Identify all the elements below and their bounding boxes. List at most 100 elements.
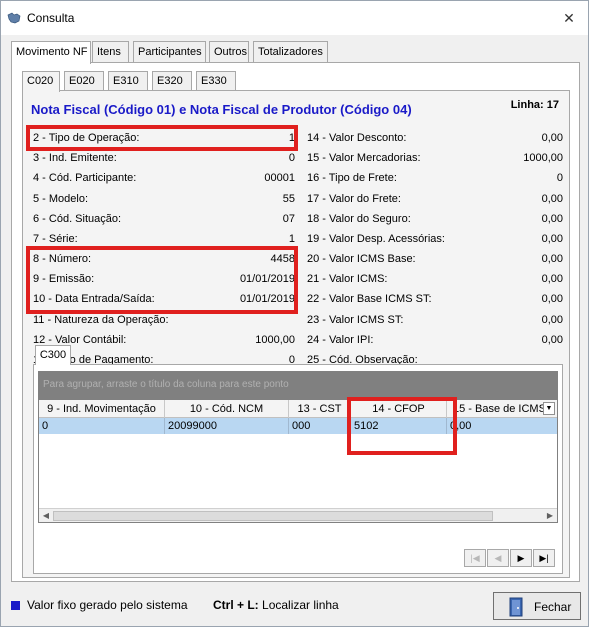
field-label: 15 - Valor Mercadorias: xyxy=(307,152,421,164)
column-header-cod-ncm[interactable]: 10 - Cód. NCM xyxy=(165,400,289,418)
scroll-left-icon[interactable]: ◀ xyxy=(39,509,53,522)
field-value: 0 xyxy=(288,152,295,164)
cell-cfop[interactable]: 5102 xyxy=(351,418,447,434)
field-valor-icms: 21 - Valor ICMS: 0,00 xyxy=(307,271,563,287)
section-title: Nota Fiscal (Código 01) e Nota Fiscal de… xyxy=(31,102,412,117)
tab-movimento-nf[interactable]: Movimento NF xyxy=(11,41,91,64)
close-button[interactable]: Fechar xyxy=(493,592,581,620)
field-value: 0,00 xyxy=(541,293,563,305)
field-label: 9 - Emissão: xyxy=(33,273,95,285)
tab-e310[interactable]: E310 xyxy=(108,71,148,91)
shortcut-hint: Ctrl + L: Localizar linha xyxy=(213,598,339,612)
field-valor-desconto: 14 - Valor Desconto: 0,00 xyxy=(307,130,563,146)
shortcut-action: Localizar linha xyxy=(262,598,339,612)
consulta-window: Consulta ✕ Movimento NF Itens Participan… xyxy=(0,0,589,627)
field-label: 20 - Valor ICMS Base: xyxy=(307,253,416,265)
tab-c300[interactable]: C300 xyxy=(35,345,71,365)
c020-panel: Nota Fiscal (Código 01) e Nota Fiscal de… xyxy=(22,90,570,578)
field-label: 10 - Data Entrada/Saída: xyxy=(33,293,155,305)
field-value: 0,00 xyxy=(541,253,563,265)
field-value: 07 xyxy=(282,213,295,225)
cell-ind-movimentacao[interactable]: 0 xyxy=(39,418,165,434)
first-record-icon[interactable]: |◀ xyxy=(464,549,486,567)
field-serie: 7 - Série: 1 xyxy=(33,231,295,247)
field-label: 18 - Valor do Seguro: xyxy=(307,213,411,225)
field-value: 0,00 xyxy=(541,132,563,144)
field-label: 17 - Valor do Frete: xyxy=(307,193,401,205)
last-record-icon[interactable]: ▶| xyxy=(533,549,555,567)
field-label: 16 - Tipo de Frete: xyxy=(307,172,397,184)
shortcut-key: Ctrl + L: xyxy=(213,598,259,612)
legend-text: Valor fixo gerado pelo sistema xyxy=(27,598,188,612)
tab-outros[interactable]: Outros xyxy=(209,41,249,63)
field-value: 0,00 xyxy=(541,233,563,245)
cell-base-icms[interactable]: 0,00 xyxy=(447,418,557,434)
field-label: 6 - Cód. Situação: xyxy=(33,213,122,225)
horizontal-scrollbar[interactable]: ◀ ▶ xyxy=(39,508,557,522)
field-value: 0,00 xyxy=(541,213,563,225)
field-value: 0,00 xyxy=(541,273,563,285)
field-valor-icms-st: 23 - Valor ICMS ST: 0,00 xyxy=(307,312,563,328)
field-value: 55 xyxy=(282,193,295,205)
legend-color-swatch xyxy=(11,601,20,610)
field-ind-emitente: 3 - Ind. Emitente: 0 xyxy=(33,150,295,166)
column-header-base-icms[interactable]: 15 - Base de ICMS xyxy=(447,400,557,418)
field-value: 1 xyxy=(288,132,295,144)
field-label: 11 - Natureza da Operação: xyxy=(33,314,169,326)
column-header-cfop[interactable]: 14 - CFOP xyxy=(351,400,447,418)
field-natureza-operacao: 11 - Natureza da Operação: xyxy=(33,312,295,328)
field-label: 22 - Valor Base ICMS ST: xyxy=(307,293,432,305)
tab-itens[interactable]: Itens xyxy=(92,41,129,63)
tab-e320[interactable]: E320 xyxy=(152,71,192,91)
field-valor-icms-base: 20 - Valor ICMS Base: 0,00 xyxy=(307,251,563,267)
field-value: 0,00 xyxy=(541,334,563,346)
tab-e020[interactable]: E020 xyxy=(64,71,104,91)
field-valor-frete: 17 - Valor do Frete: 0,00 xyxy=(307,191,563,207)
field-label: 5 - Modelo: xyxy=(33,193,89,205)
field-valor-base-icms-st: 22 - Valor Base ICMS ST: 0,00 xyxy=(307,291,563,307)
grid-header: 9 - Ind. Movimentação 10 - Cód. NCM 13 -… xyxy=(39,400,557,418)
field-label: 19 - Valor Desp. Acessórias: xyxy=(307,233,445,245)
group-by-hint[interactable]: Para agrupar, arraste o título da coluna… xyxy=(39,372,557,400)
scroll-right-icon[interactable]: ▶ xyxy=(543,509,557,522)
next-record-icon[interactable]: ▶ xyxy=(510,549,532,567)
close-icon[interactable]: ✕ xyxy=(556,7,582,29)
tab-participantes[interactable]: Participantes xyxy=(133,41,206,63)
field-value: 1000,00 xyxy=(523,152,563,164)
cell-cod-ncm[interactable]: 20099000 xyxy=(165,418,289,434)
field-valor-mercadorias: 15 - Valor Mercadorias: 1000,00 xyxy=(307,150,563,166)
table-row[interactable]: 0 20099000 000 5102 0,00 xyxy=(39,418,557,434)
field-value: 00001 xyxy=(264,172,295,184)
field-value: 0,00 xyxy=(541,314,563,326)
field-label: 14 - Valor Desconto: xyxy=(307,132,407,144)
field-tipo-frete: 16 - Tipo de Frete: 0 xyxy=(307,170,563,186)
field-valor-desp-acessorias: 19 - Valor Desp. Acessórias: 0,00 xyxy=(307,231,563,247)
close-button-label: Fechar xyxy=(534,600,572,614)
scroll-thumb[interactable] xyxy=(53,511,493,521)
field-emissao: 9 - Emissão: 01/01/2019 xyxy=(33,271,295,287)
exit-door-icon xyxy=(509,597,523,617)
tab-c020[interactable]: C020 xyxy=(22,71,60,92)
c300-grid: Para agrupar, arraste o título da coluna… xyxy=(38,371,558,523)
field-data-entrada-saida: 10 - Data Entrada/Saída: 01/01/2019 xyxy=(33,291,295,307)
record-navigator: |◀ ◀ ▶ ▶| xyxy=(464,549,556,567)
title-bar: Consulta ✕ xyxy=(1,1,588,35)
field-label: 8 - Número: xyxy=(33,253,92,265)
field-label: 24 - Valor IPI: xyxy=(307,334,374,346)
column-chooser-icon[interactable]: ▼ xyxy=(543,402,555,415)
tab-totalizadores[interactable]: Totalizadores xyxy=(253,41,328,63)
footer: Valor fixo gerado pelo sistema Ctrl + L:… xyxy=(1,586,588,626)
c300-panel: Para agrupar, arraste o título da coluna… xyxy=(33,364,563,574)
field-valor-ipi: 24 - Valor IPI: 0,00 xyxy=(307,332,563,348)
field-modelo: 5 - Modelo: 55 xyxy=(33,191,295,207)
column-header-ind-movimentacao[interactable]: 9 - Ind. Movimentação xyxy=(39,400,165,418)
field-value: 1 xyxy=(288,233,295,245)
cell-cst[interactable]: 000 xyxy=(289,418,351,434)
prev-record-icon[interactable]: ◀ xyxy=(487,549,509,567)
field-label: 2 - Tipo de Operação: xyxy=(33,132,140,144)
field-cod-participante: 4 - Cód. Participante: 00001 xyxy=(33,170,295,186)
column-header-cst[interactable]: 13 - CST xyxy=(289,400,351,418)
window-title: Consulta xyxy=(27,11,75,25)
tab-e330[interactable]: E330 xyxy=(196,71,236,91)
field-label: 7 - Série: xyxy=(33,233,78,245)
